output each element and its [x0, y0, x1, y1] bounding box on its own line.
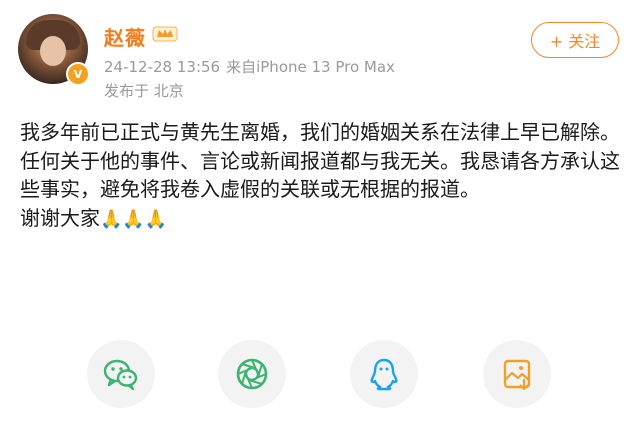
- post-header: V 赵薇 24-12-28 13:56 来自iPhone 13 Pro Max 发…: [0, 0, 640, 110]
- follow-button[interactable]: + 关注: [531, 22, 619, 58]
- post-location: 发布于 北京: [104, 82, 184, 100]
- share-save-image-button[interactable]: [483, 340, 551, 408]
- qq-icon: [370, 358, 398, 391]
- wechat-icon: [103, 359, 138, 391]
- verified-badge-icon: V: [66, 62, 90, 86]
- moments-icon: [236, 358, 268, 390]
- share-row: [0, 340, 640, 410]
- crown-badge-icon: [152, 26, 178, 42]
- share-moments-button[interactable]: [218, 340, 286, 408]
- avatar-face: [40, 36, 66, 66]
- post-thanks: 谢谢大家: [20, 205, 100, 230]
- save-image-icon: [503, 359, 531, 391]
- pray-emoji: 🙏🙏🙏: [100, 208, 168, 230]
- user-name[interactable]: 赵薇: [104, 22, 146, 51]
- post-content: 我多年前已正式与黄先生离婚，我们的婚姻关系在法律上早已解除。 任何关于他的事件、…: [20, 118, 625, 234]
- post-source: 来自iPhone 13 Pro Max: [226, 58, 395, 76]
- post-paragraph: 我多年前已正式与黄先生离婚，我们的婚姻关系在法律上早已解除。: [20, 120, 620, 144]
- share-wechat-button[interactable]: [87, 340, 155, 408]
- post-meta: 24-12-28 13:56 来自iPhone 13 Pro Max: [104, 56, 395, 77]
- post-time: 24-12-28 13:56: [104, 58, 221, 76]
- post-paragraph: 谢谢大家🙏🙏🙏: [20, 204, 625, 235]
- post-paragraph: 任何关于他的事件、言论或新闻报道都与我无关。我恳请各方承认这些事实，避免将我卷入…: [20, 148, 620, 202]
- share-qq-button[interactable]: [350, 340, 418, 408]
